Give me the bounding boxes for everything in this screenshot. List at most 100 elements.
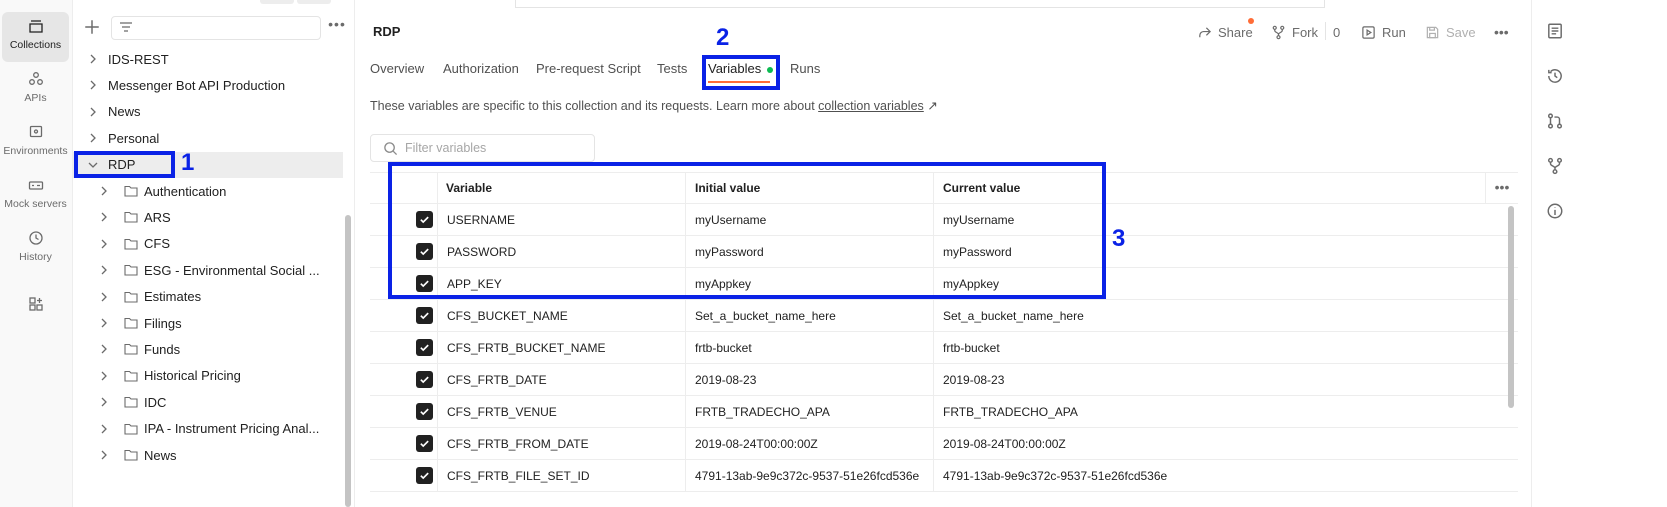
save-button[interactable]: Save bbox=[1425, 22, 1476, 42]
table-row: CFS_FRTB_FROM_DATE 2019-08-24T00:00:00Z 20… bbox=[370, 428, 1518, 460]
tab-pre-request-script[interactable]: Pre-request Script bbox=[536, 61, 641, 76]
tab-overview[interactable]: Overview bbox=[370, 61, 424, 76]
pull-requests-icon[interactable] bbox=[1546, 112, 1564, 130]
variable-name-cell[interactable]: CFS_BUCKET_NAME bbox=[447, 300, 679, 331]
initial-value-cell[interactable]: Set_a_bucket_name_here bbox=[695, 300, 929, 331]
folder-label: Filings bbox=[144, 315, 182, 331]
folder-label: IPA - Instrument Pricing Anal... bbox=[144, 421, 320, 437]
collection-label: News bbox=[108, 104, 141, 120]
folder-item[interactable]: Estimates bbox=[73, 284, 343, 310]
current-value-cell[interactable]: 4791-13ab-9e9c372c-9537-51e26fcd536e bbox=[943, 460, 1483, 491]
folder-icon bbox=[124, 397, 138, 408]
table-more-icon[interactable]: ••• bbox=[1492, 179, 1512, 199]
folder-item[interactable]: CFS bbox=[73, 231, 343, 257]
sidebar-more-icon[interactable]: ••• bbox=[327, 16, 347, 36]
header-more-icon[interactable]: ••• bbox=[1494, 22, 1509, 42]
chevron-right-icon bbox=[101, 424, 107, 434]
fork-divider bbox=[1325, 22, 1326, 40]
info-icon[interactable] bbox=[1546, 202, 1564, 220]
chevron-right-icon bbox=[90, 80, 96, 90]
current-value-cell[interactable]: FRTB_TRADECHO_APA bbox=[943, 396, 1483, 427]
collection-item[interactable]: IDS-REST bbox=[73, 46, 343, 72]
chevron-right-icon bbox=[90, 54, 96, 64]
folder-item[interactable]: Authentication bbox=[73, 178, 343, 204]
page-title: RDP bbox=[373, 24, 401, 39]
folder-icon bbox=[124, 423, 138, 435]
collection-item[interactable]: News bbox=[73, 99, 343, 125]
column-divider bbox=[437, 300, 438, 331]
variable-name-cell[interactable]: CFS_FRTB_FILE_SET_ID bbox=[447, 460, 679, 491]
chevron-right-icon bbox=[90, 107, 96, 117]
rail-add-workbench[interactable] bbox=[2, 290, 69, 340]
tab-runs[interactable]: Runs bbox=[790, 61, 820, 76]
tab-tests[interactable]: Tests bbox=[657, 61, 687, 76]
sidebar-scrollbar[interactable] bbox=[345, 215, 351, 507]
collection-item[interactable]: Messenger Bot API Production bbox=[73, 72, 343, 98]
folder-item[interactable]: News bbox=[73, 442, 343, 468]
variable-checkbox[interactable] bbox=[416, 307, 433, 324]
rail-collections[interactable]: Collections bbox=[2, 12, 69, 62]
variable-checkbox[interactable] bbox=[416, 435, 433, 452]
folder-icon bbox=[124, 291, 138, 303]
chevron-right-icon bbox=[101, 212, 107, 222]
tab-authorization[interactable]: Authorization bbox=[443, 61, 519, 76]
folder-label: ARS bbox=[144, 209, 171, 225]
run-label: Run bbox=[1382, 24, 1406, 40]
fork-button[interactable]: Fork bbox=[1271, 22, 1318, 42]
folder-icon bbox=[124, 370, 138, 382]
share-icon bbox=[1199, 26, 1211, 37]
folder-item[interactable]: IPA - Instrument Pricing Anal... bbox=[73, 416, 343, 442]
variable-checkbox[interactable] bbox=[416, 339, 433, 356]
current-value-cell[interactable]: Set_a_bucket_name_here bbox=[943, 300, 1483, 331]
variable-name-cell[interactable]: CFS_FRTB_VENUE bbox=[447, 396, 679, 427]
variable-name-cell[interactable]: CFS_FRTB_DATE bbox=[447, 364, 679, 395]
folder-item[interactable]: IDC bbox=[73, 389, 343, 415]
column-divider bbox=[685, 396, 686, 427]
variable-name-cell[interactable]: CFS_FRTB_FROM_DATE bbox=[447, 428, 679, 459]
column-divider bbox=[437, 428, 438, 459]
sidebar-filter-input[interactable] bbox=[111, 16, 321, 40]
column-divider bbox=[437, 396, 438, 427]
folder-item[interactable]: Filings bbox=[73, 310, 343, 336]
collection-sidebar: ••• IDS-REST Messenger Bot API Production… bbox=[73, 0, 355, 507]
initial-value-cell[interactable]: FRTB_TRADECHO_APA bbox=[695, 396, 929, 427]
folder-label: ESG - Environmental Social ... bbox=[144, 262, 320, 278]
rail-mock-servers[interactable]: Mock servers bbox=[2, 171, 69, 221]
folder-item[interactable]: Funds bbox=[73, 336, 343, 362]
variable-checkbox[interactable] bbox=[416, 467, 433, 484]
current-value-cell[interactable]: 2019-08-23 bbox=[943, 364, 1483, 395]
chevron-right-icon bbox=[101, 344, 107, 354]
column-divider bbox=[933, 300, 934, 331]
initial-value-cell[interactable]: frtb-bucket bbox=[695, 332, 929, 363]
initial-value-cell[interactable]: 2019-08-23 bbox=[695, 364, 929, 395]
collection-variables-link[interactable]: collection variables bbox=[818, 99, 924, 113]
run-button[interactable]: Run bbox=[1361, 22, 1406, 42]
rail-history[interactable]: History bbox=[2, 224, 69, 274]
forks-icon[interactable] bbox=[1546, 157, 1564, 175]
documentation-icon[interactable] bbox=[1546, 22, 1564, 40]
rail-environments[interactable]: Environments bbox=[2, 118, 69, 168]
plus-icon[interactable] bbox=[83, 18, 101, 36]
check-icon bbox=[420, 312, 429, 320]
filter-variables-input[interactable] bbox=[405, 139, 585, 157]
fork-count[interactable]: 0 bbox=[1333, 22, 1340, 42]
filter-lines-icon[interactable] bbox=[118, 19, 134, 35]
filter-variables-field[interactable] bbox=[370, 134, 595, 162]
folder-item[interactable]: ESG - Environmental Social ... bbox=[73, 257, 343, 283]
table-scrollbar[interactable] bbox=[1508, 206, 1514, 408]
folder-item[interactable]: ARS bbox=[73, 204, 343, 230]
share-button[interactable]: Share bbox=[1197, 22, 1253, 42]
top-pill-left bbox=[260, 0, 294, 4]
collection-item[interactable]: Personal bbox=[73, 125, 343, 151]
initial-value-cell[interactable]: 2019-08-24T00:00:00Z bbox=[695, 428, 929, 459]
rail-environments-label: Environments bbox=[3, 145, 68, 157]
variable-checkbox[interactable] bbox=[416, 371, 433, 388]
variable-checkbox[interactable] bbox=[416, 403, 433, 420]
changelog-icon[interactable] bbox=[1546, 67, 1564, 85]
initial-value-cell[interactable]: 4791-13ab-9e9c372c-9537-51e26fcd536e bbox=[695, 460, 929, 491]
current-value-cell[interactable]: 2019-08-24T00:00:00Z bbox=[943, 428, 1483, 459]
variable-name-cell[interactable]: CFS_FRTB_BUCKET_NAME bbox=[447, 332, 679, 363]
rail-apis[interactable]: APIs bbox=[2, 65, 69, 115]
folder-item[interactable]: Historical Pricing bbox=[73, 363, 343, 389]
current-value-cell[interactable]: frtb-bucket bbox=[943, 332, 1483, 363]
